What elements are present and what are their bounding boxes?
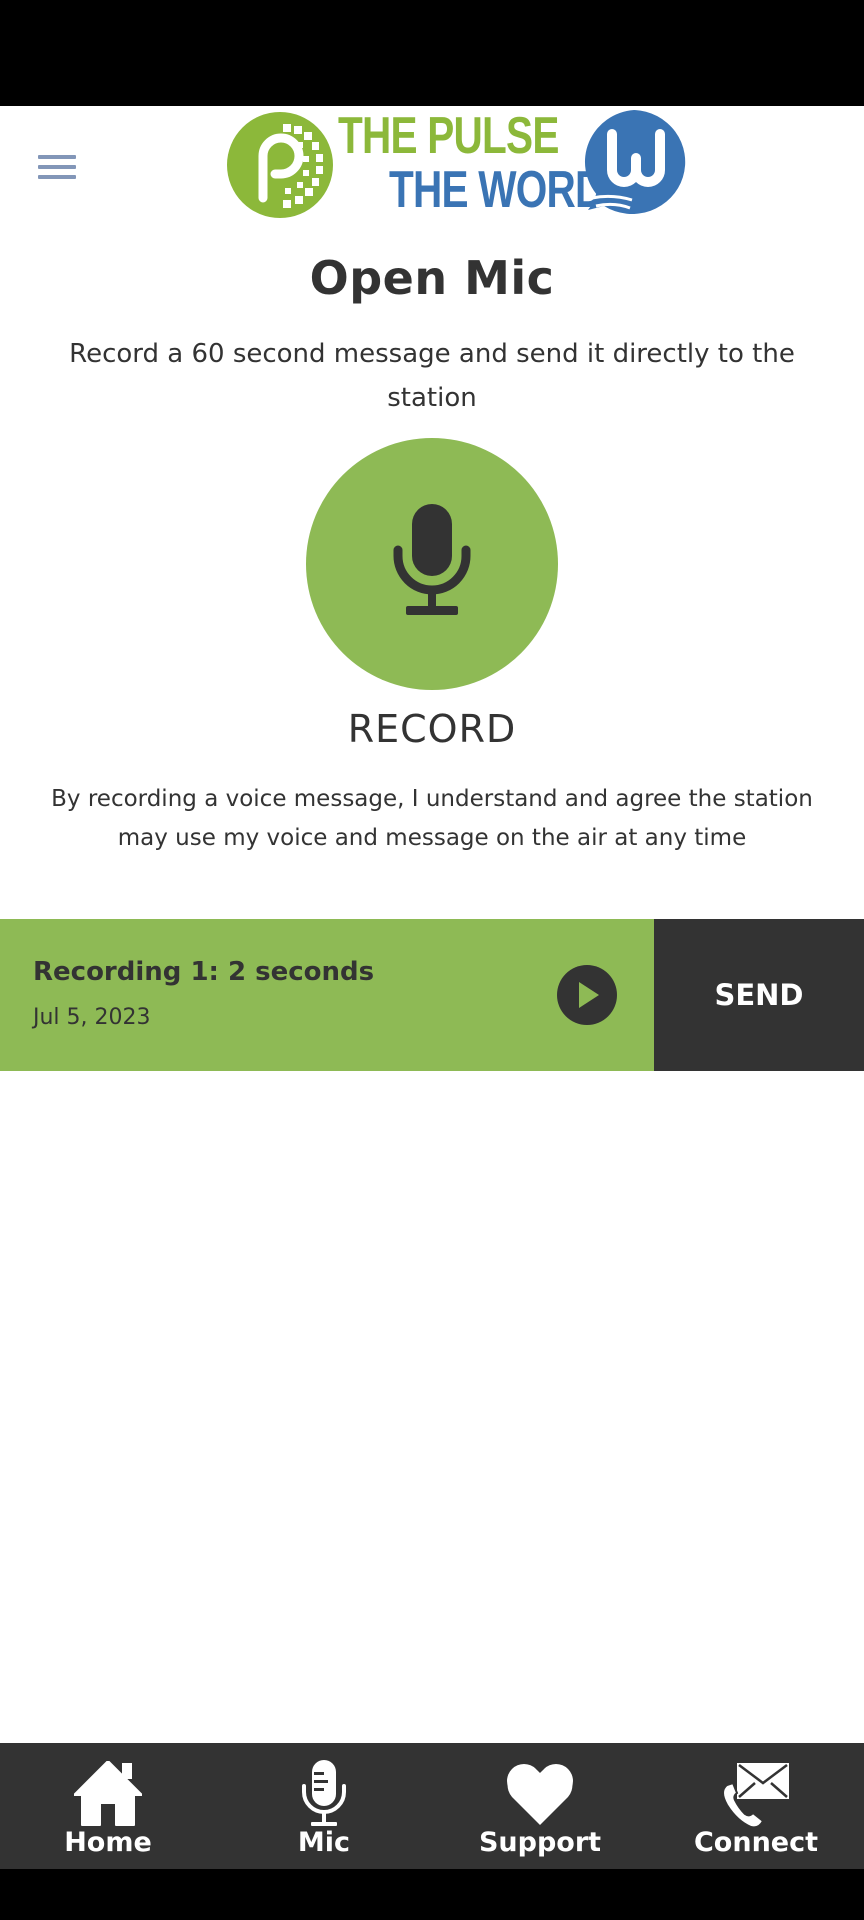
- nav-item-home[interactable]: Home: [0, 1743, 216, 1869]
- pulse-p-logo-icon: [227, 112, 333, 218]
- system-nav-bar: [0, 1869, 864, 1920]
- app-screen: THE PULSE THE WORD Open Mic Record a 60 …: [0, 106, 864, 1743]
- recording-title: Recording 1: 2 seconds: [33, 957, 375, 987]
- home-icon: [74, 1761, 142, 1826]
- intro-text: Record a 60 second message and send it d…: [69, 339, 795, 413]
- microphone-icon: [302, 1760, 346, 1826]
- nav-label: Mic: [297, 1827, 351, 1858]
- send-button[interactable]: SEND: [654, 919, 864, 1071]
- recording-info[interactable]: Recording 1: 2 seconds Jul 5, 2023: [0, 919, 654, 1071]
- menu-line: [38, 155, 76, 159]
- nav-item-support[interactable]: Support: [432, 1743, 648, 1869]
- menu-line: [38, 175, 76, 179]
- recording-list-item: Recording 1: 2 seconds Jul 5, 2023 SEND: [0, 919, 864, 1071]
- phone-mail-icon: [722, 1763, 789, 1827]
- status-bar: [0, 0, 864, 106]
- header: THE PULSE THE WORD: [0, 106, 864, 226]
- bottom-nav: Home Mic Support Connect: [0, 1743, 864, 1869]
- hamburger-menu-icon[interactable]: [36, 150, 78, 184]
- word-w-logo-icon: [584, 110, 686, 214]
- record-button[interactable]: [306, 438, 558, 690]
- play-button[interactable]: [557, 965, 617, 1025]
- disclaimer-text: By recording a voice message, I understa…: [51, 786, 813, 851]
- recording-date: Jul 5, 2023: [33, 1005, 151, 1030]
- heart-icon: [507, 1764, 573, 1825]
- nav-label: Home: [64, 1827, 152, 1858]
- logo-text-word: THE WORD: [389, 161, 604, 219]
- nav-label: Support: [478, 1827, 602, 1858]
- nav-item-mic[interactable]: Mic: [216, 1743, 432, 1869]
- nav-label: Connect: [693, 1827, 819, 1858]
- station-logo: THE PULSE THE WORD: [225, 108, 690, 220]
- menu-line: [38, 165, 76, 169]
- microphone-icon: [393, 504, 471, 615]
- logo-text-pulse: THE PULSE: [338, 107, 559, 165]
- record-label: RECORD: [347, 707, 517, 751]
- nav-item-connect[interactable]: Connect: [648, 1743, 864, 1869]
- play-icon: [579, 982, 599, 1008]
- page-title: Open Mic: [309, 251, 555, 305]
